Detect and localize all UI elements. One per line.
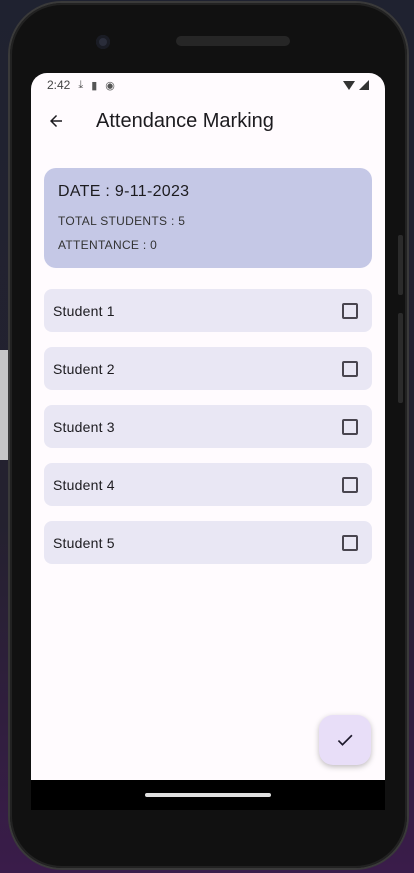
status-time: 2:42 bbox=[47, 78, 71, 92]
attendance-checkbox[interactable] bbox=[342, 418, 358, 435]
status-bar: 2:42 ⤓ ▮ ◉ bbox=[31, 73, 385, 97]
student-row[interactable]: Student 4 bbox=[44, 463, 372, 506]
student-list: Student 1 Student 2 Student 3 Student 4 … bbox=[44, 289, 372, 564]
attendance-checkbox[interactable] bbox=[342, 534, 358, 551]
back-button[interactable] bbox=[44, 109, 68, 133]
sync-icon: ◉ bbox=[105, 79, 115, 92]
check-icon bbox=[337, 734, 353, 746]
wifi-icon bbox=[343, 80, 355, 90]
student-row[interactable]: Student 1 bbox=[44, 289, 372, 332]
home-gesture-handle[interactable] bbox=[145, 793, 271, 797]
attendance-checkbox[interactable] bbox=[342, 476, 358, 493]
student-row[interactable]: Student 3 bbox=[44, 405, 372, 448]
earpiece-speaker bbox=[176, 36, 290, 46]
attendance-count-label: ATTENTANCE : 0 bbox=[58, 238, 158, 252]
student-name: Student 4 bbox=[53, 476, 115, 493]
date-label: DATE : 9-11-2023 bbox=[58, 183, 190, 200]
student-name: Student 5 bbox=[53, 534, 115, 551]
arrow-left-icon bbox=[50, 115, 62, 127]
student-name: Student 3 bbox=[53, 418, 115, 435]
total-students-label: TOTAL STUDENTS : 5 bbox=[58, 214, 186, 228]
attendance-checkbox[interactable] bbox=[342, 360, 358, 377]
student-row[interactable]: Student 2 bbox=[44, 347, 372, 390]
download-icon: ⤓ bbox=[78, 78, 84, 91]
sd-card-icon: ▮ bbox=[91, 79, 98, 92]
power-button bbox=[398, 313, 403, 403]
student-name: Student 2 bbox=[53, 360, 115, 377]
system-navigation-bar bbox=[31, 780, 385, 810]
student-row[interactable]: Student 5 bbox=[44, 521, 372, 564]
signal-icon bbox=[359, 80, 369, 90]
app-bar: Attendance Marking bbox=[31, 97, 385, 145]
volume-button bbox=[398, 235, 403, 295]
attendance-summary-card: DATE : 9-11-2023 TOTAL STUDENTS : 5 ATTE… bbox=[44, 168, 372, 268]
app-screen: 2:42 ⤓ ▮ ◉ Attendance Marking DATE : 9-1… bbox=[31, 73, 385, 780]
page-title: Attendance Marking bbox=[96, 109, 274, 132]
front-camera bbox=[96, 35, 110, 49]
student-name: Student 1 bbox=[53, 302, 115, 319]
attendance-checkbox[interactable] bbox=[342, 302, 358, 319]
submit-attendance-button[interactable] bbox=[319, 715, 371, 765]
